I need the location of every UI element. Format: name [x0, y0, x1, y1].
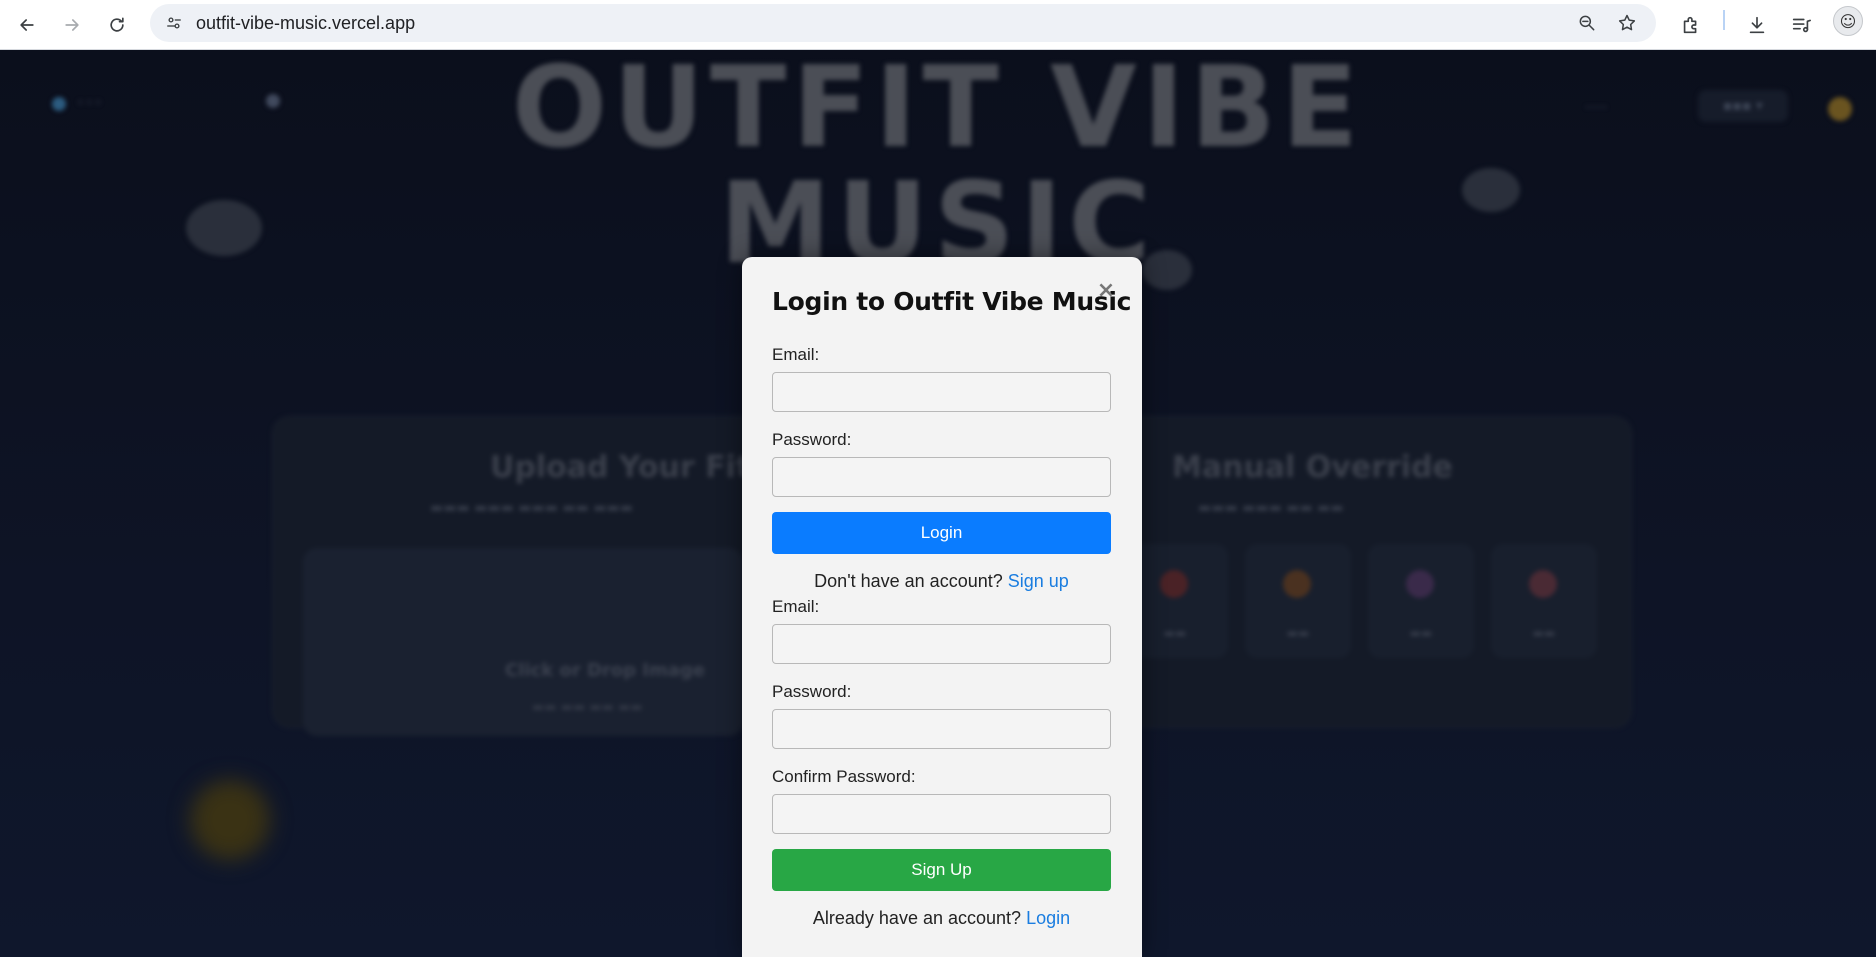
mood-tile: ▬▬ — [1368, 544, 1474, 658]
close-icon[interactable]: × — [1094, 279, 1118, 303]
signup-button[interactable]: Sign Up — [772, 849, 1111, 891]
signup-link[interactable]: Sign up — [1008, 571, 1069, 591]
address-bar[interactable]: outfit-vibe-music.vercel.app — [150, 4, 1656, 42]
drop-title: Click or Drop Image — [505, 660, 705, 681]
cloud-decoration — [186, 200, 262, 256]
star-icon — [1618, 14, 1636, 31]
extensions-button[interactable] — [1674, 8, 1708, 42]
login-prompt: Already have an account? Login — [772, 908, 1111, 929]
login-button[interactable]: Login — [772, 512, 1111, 554]
signup-prompt: Don't have an account? Sign up — [772, 571, 1111, 592]
downloads-button[interactable] — [1740, 8, 1774, 42]
glow-decoration — [190, 780, 270, 860]
upload-heading: Upload Your Fit — [490, 450, 751, 485]
login-prompt-text: Already have an account? — [812, 908, 1022, 928]
signup-prompt-text: Don't have an account? — [814, 571, 1003, 591]
forward-button[interactable] — [55, 8, 89, 42]
confirm-password-input[interactable] — [772, 794, 1111, 834]
login-password-label: Password: — [772, 430, 852, 449]
url-text[interactable]: outfit-vibe-music.vercel.app — [196, 13, 415, 34]
cloud-decoration — [1462, 168, 1520, 212]
cloud-decoration — [1142, 250, 1192, 290]
browser-toolbar: outfit-vibe-music.vercel.app ☺ — [0, 0, 1876, 50]
reload-icon — [110, 17, 124, 32]
zoom-button[interactable] — [1574, 10, 1600, 36]
mood-tile: ▬▬ — [1245, 544, 1351, 658]
manual-heading: Manual Override — [1172, 450, 1453, 485]
hero-title: OUTFIT VIBE MUSIC — [511, 50, 1365, 289]
signup-email-label: Email: — [772, 597, 820, 616]
site-settings-icon — [167, 17, 181, 29]
back-button[interactable] — [10, 8, 44, 42]
playlist-icon — [1792, 18, 1811, 33]
profile-avatar[interactable]: ☺ — [1833, 6, 1863, 36]
download-icon — [1749, 16, 1765, 34]
upload-note: ▬▬▬ ▬▬▬ ▬▬▬ ▬▬ ▬▬▬ — [430, 500, 633, 516]
signup-email-input[interactable] — [772, 624, 1111, 664]
login-email-label: Email: — [772, 345, 820, 364]
login-password-input[interactable] — [772, 457, 1111, 497]
reload-button[interactable] — [100, 8, 134, 42]
modal-title: Login to Outfit Vibe Music — [772, 287, 1132, 316]
login-link[interactable]: Login — [1026, 908, 1070, 928]
puzzle-icon — [1683, 16, 1697, 34]
login-email-input[interactable] — [772, 372, 1111, 412]
confirm-password-label: Confirm Password: — [772, 767, 916, 786]
auth-modal: Login to Outfit Vibe Music × Email: Pass… — [742, 257, 1142, 957]
mood-tile: ▬▬ — [1491, 544, 1597, 658]
zoom-out-icon — [1579, 15, 1595, 31]
back-arrow-icon — [20, 19, 34, 31]
drop-subtitle: ▬▬ ▬▬ ▬▬ ▬▬ — [532, 700, 643, 715]
forward-arrow-icon — [65, 19, 79, 31]
signup-password-label: Password: — [772, 682, 852, 701]
signup-password-input[interactable] — [772, 709, 1111, 749]
drop-zone — [303, 548, 743, 736]
bookmark-button[interactable] — [1614, 10, 1640, 36]
site-info-button[interactable] — [160, 9, 188, 37]
manual-note: ▬▬▬ ▬▬▬ ▬▬ ▬▬ — [1198, 500, 1344, 516]
media-controls-button[interactable] — [1784, 8, 1818, 42]
toolbar-divider — [1723, 10, 1725, 30]
